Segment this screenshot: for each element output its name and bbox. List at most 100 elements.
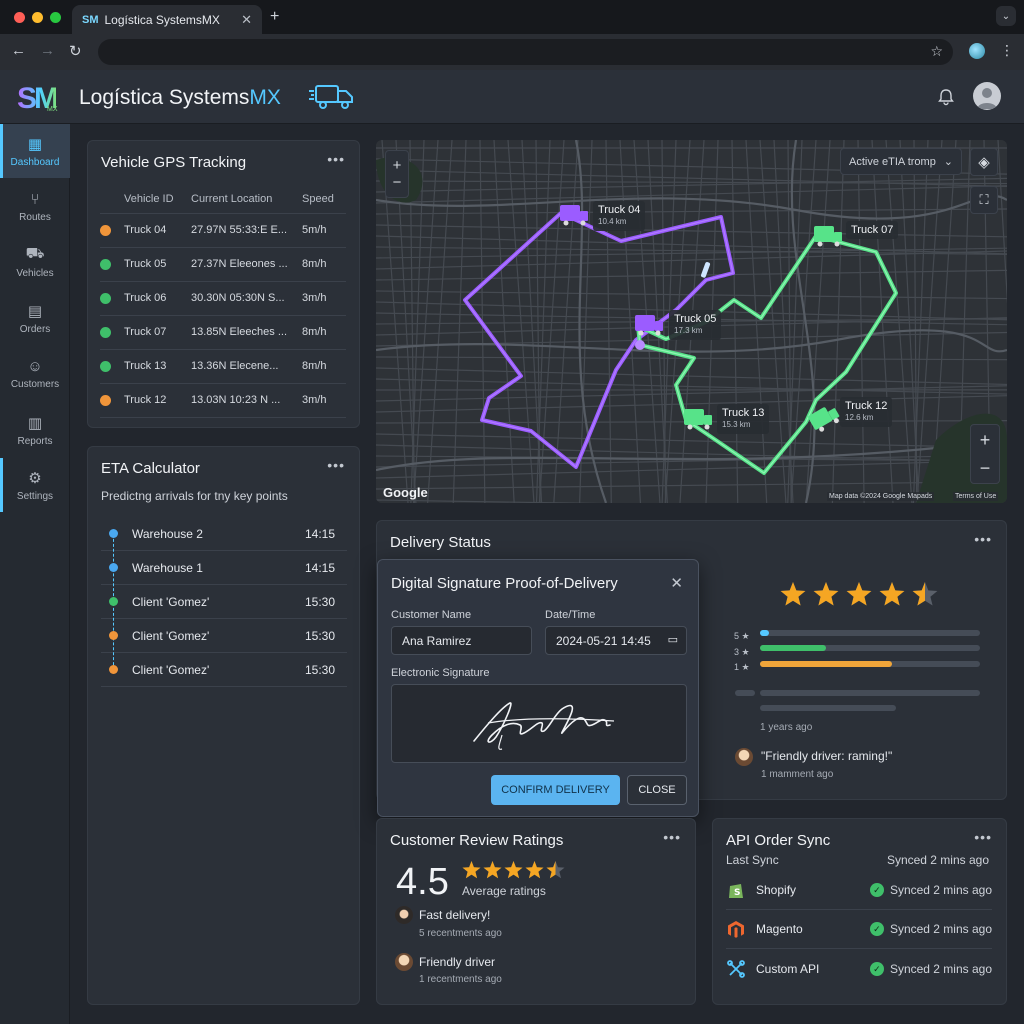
google-logo: Google (383, 485, 428, 500)
tab-close-icon[interactable]: ✕ (241, 12, 252, 28)
reload-icon[interactable]: ↻ (69, 42, 82, 60)
column-header: Speed (302, 185, 346, 214)
truck-07-label[interactable]: Truck 07 (846, 221, 899, 239)
more-options-icon[interactable]: ••• (327, 151, 345, 167)
close-window-button[interactable] (14, 12, 25, 23)
address-bar[interactable]: ☆ (98, 39, 953, 65)
more-options-icon[interactable]: ••• (974, 531, 992, 547)
star-icon (846, 582, 872, 606)
sidebar-item-label: Reports (17, 435, 53, 447)
reviewer-avatar (735, 748, 753, 766)
review-star-rating (462, 861, 565, 879)
route-point-marker[interactable] (635, 340, 645, 350)
location-cell: 13.85N Eleeches ... (191, 315, 302, 350)
confirm-delivery-button[interactable]: CONFIRM DELIVERY (491, 775, 620, 805)
rating-bar-fill (760, 661, 892, 667)
speed-cell: 8m/h (302, 247, 346, 282)
signature-pad[interactable] (391, 684, 687, 763)
eta-row[interactable]: Client 'Gomez' 15:30 (101, 585, 347, 619)
truck-name: Truck 12 (845, 400, 888, 412)
forward-arrow-icon[interactable]: → (40, 42, 55, 59)
location-cell: 30.30N 05:30N S... (191, 281, 302, 316)
routes-icon: ⑂ (30, 191, 40, 208)
truck-13-label[interactable]: Truck 13 15.3 km (717, 404, 770, 434)
map-zoom-out-button[interactable]: − (980, 454, 991, 482)
rating-bar-track (760, 630, 980, 636)
custom-api-icon (727, 959, 745, 978)
map-zoom-out-button[interactable]: − (393, 174, 402, 191)
truck-name: Truck 04 (598, 204, 641, 216)
minimize-window-button[interactable] (32, 12, 43, 23)
more-options-icon[interactable]: ••• (974, 829, 992, 845)
sync-row-shopify[interactable]: S Shopify ✓ Synced 2 mins ago (726, 871, 992, 910)
sidebar-item-routes[interactable]: ⑂ Routes (0, 180, 70, 234)
browser-menu-icon[interactable]: ⋮ (1000, 42, 1014, 59)
eta-time: 15:30 (304, 662, 335, 677)
table-row[interactable]: Truck 06 30.30N 05:30N S... 3m/h (100, 281, 346, 316)
bookmark-star-icon[interactable]: ☆ (930, 43, 943, 60)
speed-cell: 3m/h (302, 383, 346, 418)
sidebar-item-orders[interactable]: ▤ Orders (0, 291, 70, 345)
more-options-icon[interactable]: ••• (327, 457, 345, 473)
sidebar-item-dashboard[interactable]: ▦ Dashboard (0, 124, 70, 178)
back-arrow-icon[interactable]: ← (11, 42, 26, 59)
eta-row[interactable]: Warehouse 1 14:15 (101, 551, 347, 585)
tab-search-chevron-icon[interactable]: ⌄ (996, 6, 1016, 26)
table-row[interactable]: Truck 04 27.97N 55:33:E E... 5m/h (100, 213, 346, 248)
close-icon[interactable]: ✕ (670, 574, 683, 592)
table-row[interactable]: Truck 12 13.03N 10:23 N ... 3m/h (100, 383, 346, 418)
average-score: 4.5 (396, 861, 449, 903)
status-dot (100, 258, 111, 270)
calendar-icon[interactable]: ▭ (668, 633, 678, 646)
sidebar-item-settings[interactable]: ⚙ Settings (0, 458, 70, 512)
map-zoom-in-button[interactable]: + (980, 426, 991, 454)
sidebar-item-reports[interactable]: ▥ Reports (0, 403, 70, 457)
eta-dot (109, 563, 118, 572)
orders-icon: ▤ (27, 302, 43, 320)
more-options-icon[interactable]: ••• (663, 829, 681, 845)
sync-row-custom-api[interactable]: Custom API ✓ Synced 2 mins ago (726, 949, 992, 988)
sidebar-item-vehicles[interactable]: ⛟ Vehicles (0, 235, 70, 289)
rating-label: 3 ★ (734, 647, 750, 657)
eta-place: Warehouse 2 (132, 526, 203, 541)
truck-04-label[interactable]: Truck 04 10.4 km (593, 201, 646, 231)
browser-tab-bar: SM Logística SystemsMX ✕ + ⌄ (0, 0, 1024, 34)
notification-bell-icon[interactable] (937, 88, 955, 106)
reviewer-avatar (395, 953, 413, 971)
map-zoom-in-button[interactable]: + (393, 157, 402, 174)
table-row[interactable]: Truck 13 13.36N Elecene... 8m/h (100, 349, 346, 384)
star-icon (462, 861, 481, 879)
truck-05-label[interactable]: Truck 05 17.3 km (669, 310, 722, 340)
sync-status: ✓ Synced 2 mins ago (869, 961, 992, 976)
browser-window: SM Logística SystemsMX ✕ + ⌄ ← → ↻ ☆ ⋮ S… (0, 0, 1024, 1024)
browser-tab[interactable]: SM Logística SystemsMX ✕ (72, 5, 262, 34)
maximize-window-button[interactable] (50, 12, 61, 23)
new-tab-button[interactable]: + (270, 8, 279, 26)
table-row[interactable]: Truck 07 13.85N Eleeches ... 8m/h (100, 315, 346, 350)
sync-row-magento[interactable]: Magento ✓ Synced 2 mins ago (726, 910, 992, 949)
route-filter-dropdown[interactable]: Active eTIA tromp ⌄ (840, 148, 962, 175)
close-button[interactable]: CLOSE (627, 775, 687, 805)
map-layers-icon[interactable]: ◈ (970, 148, 998, 176)
speed-cell: 5m/h (302, 213, 346, 248)
profile-globe-icon[interactable] (969, 43, 985, 59)
customer-name-field[interactable]: Ana Ramirez (391, 626, 532, 655)
review-text: Fast delivery! (419, 908, 491, 922)
map-attribution: Map data ©2024 Google Mapads (827, 492, 935, 501)
eta-row[interactable]: Client 'Gomez' 15:30 (101, 619, 347, 653)
eta-row[interactable]: Client 'Gomez' 15:30 (101, 653, 347, 687)
sidebar-item-customers[interactable]: ☺ Customers (0, 347, 70, 401)
vehicles-icon: ⛟ (25, 245, 45, 262)
user-avatar[interactable] (973, 82, 1001, 110)
status-cell (100, 349, 124, 384)
fullscreen-icon[interactable]: ⛶ (970, 186, 998, 214)
vehicle-id-cell: Truck 06 (124, 281, 191, 316)
date-time-field[interactable]: 2024-05-21 14:45 ▭ (545, 626, 687, 655)
eta-place: Warehouse 1 (132, 560, 203, 575)
truck-12-label[interactable]: Truck 12 12.6 km (840, 397, 893, 427)
terms-link[interactable]: Terms of Use (953, 492, 999, 501)
status-dot (100, 360, 111, 372)
signature-label: Electronic Signature (391, 667, 490, 679)
table-row[interactable]: Truck 05 27.37N Eleeones ... 8m/h (100, 247, 346, 282)
eta-row[interactable]: Warehouse 2 14:15 (101, 517, 347, 551)
